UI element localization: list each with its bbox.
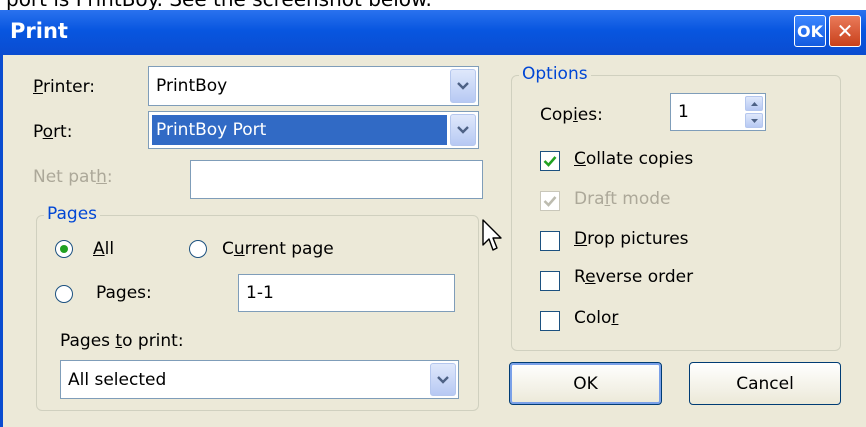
- printer-dropdown[interactable]: PrintBoy: [148, 66, 479, 106]
- copies-spinbox[interactable]: 1: [670, 93, 766, 131]
- color-label[interactable]: Color: [574, 308, 618, 328]
- cancel-button[interactable]: Cancel: [689, 362, 841, 405]
- current-page-radio[interactable]: [189, 240, 207, 258]
- window-title: Print: [10, 19, 68, 43]
- options-group-title: Options: [519, 64, 591, 84]
- pages-radio[interactable]: [55, 285, 73, 303]
- ok-button-label: OK: [573, 373, 598, 394]
- collate-copies-checkbox[interactable]: [540, 151, 560, 171]
- pages-to-print-value: All selected: [68, 369, 167, 390]
- port-dropdown[interactable]: PrintBoy Port: [148, 111, 479, 149]
- pages-to-print-dropdown[interactable]: All selected: [60, 360, 459, 399]
- titlebar-ok-label: OK: [797, 21, 823, 41]
- spin-up-icon[interactable]: [745, 96, 763, 111]
- all-radio-label[interactable]: All: [93, 239, 114, 259]
- spin-down-icon[interactable]: [745, 113, 763, 128]
- net-path-label: Net path:: [33, 167, 113, 187]
- cancel-button-label: Cancel: [736, 373, 794, 394]
- title-bar[interactable]: Print OK ✕: [0, 10, 866, 55]
- collate-copies-label[interactable]: Collate copies: [574, 149, 693, 169]
- draft-mode-checkbox[interactable]: [540, 191, 560, 211]
- all-radio[interactable]: [55, 240, 73, 258]
- copies-value: 1: [678, 102, 689, 122]
- close-icon: ✕: [836, 19, 854, 43]
- ok-button[interactable]: OK: [509, 362, 662, 405]
- pages-range-input[interactable]: 1-1: [238, 274, 455, 312]
- caption-strip: port is PrintBoy. See the screenshot bel…: [0, 0, 866, 10]
- mouse-cursor-icon: [482, 219, 502, 251]
- draft-mode-label[interactable]: Draft mode: [574, 189, 670, 209]
- color-checkbox[interactable]: [540, 311, 560, 331]
- printer-label: Printer:: [33, 77, 95, 97]
- radio-selected-dot: [60, 245, 68, 253]
- pages-radio-label[interactable]: Pages:: [96, 283, 152, 303]
- reverse-order-checkbox[interactable]: [540, 271, 560, 291]
- port-label: Port:: [33, 122, 73, 142]
- copies-label: Copies:: [540, 105, 603, 125]
- dialog-body: Printer: PrintBoy Port: PrintBoy Port Ne…: [0, 55, 866, 427]
- titlebar-close-button[interactable]: ✕: [829, 15, 861, 47]
- titlebar-ok-button[interactable]: OK: [794, 15, 826, 47]
- pages-range-value: 1-1: [246, 283, 274, 303]
- drop-pictures-checkbox[interactable]: [540, 231, 560, 251]
- pages-group-title: Pages: [44, 204, 101, 224]
- chevron-down-icon[interactable]: [430, 363, 456, 396]
- reverse-order-label[interactable]: Reverse order: [574, 267, 693, 287]
- printer-value: PrintBoy: [156, 76, 228, 96]
- chevron-down-icon[interactable]: [450, 114, 476, 146]
- print-dialog: Print OK ✕ Printer: PrintBoy Port: Print…: [0, 10, 866, 427]
- net-path-input[interactable]: [190, 160, 483, 199]
- check-mark-icon: [543, 196, 557, 207]
- drop-pictures-label[interactable]: Drop pictures: [574, 229, 689, 249]
- caption-text: port is PrintBoy. See the screenshot bel…: [6, 0, 432, 10]
- chevron-down-icon[interactable]: [450, 69, 476, 103]
- current-page-radio-label[interactable]: Current page: [222, 239, 334, 259]
- pages-to-print-label: Pages to print:: [60, 331, 184, 351]
- check-mark-icon: [543, 156, 557, 167]
- port-value: PrintBoy Port: [156, 120, 267, 140]
